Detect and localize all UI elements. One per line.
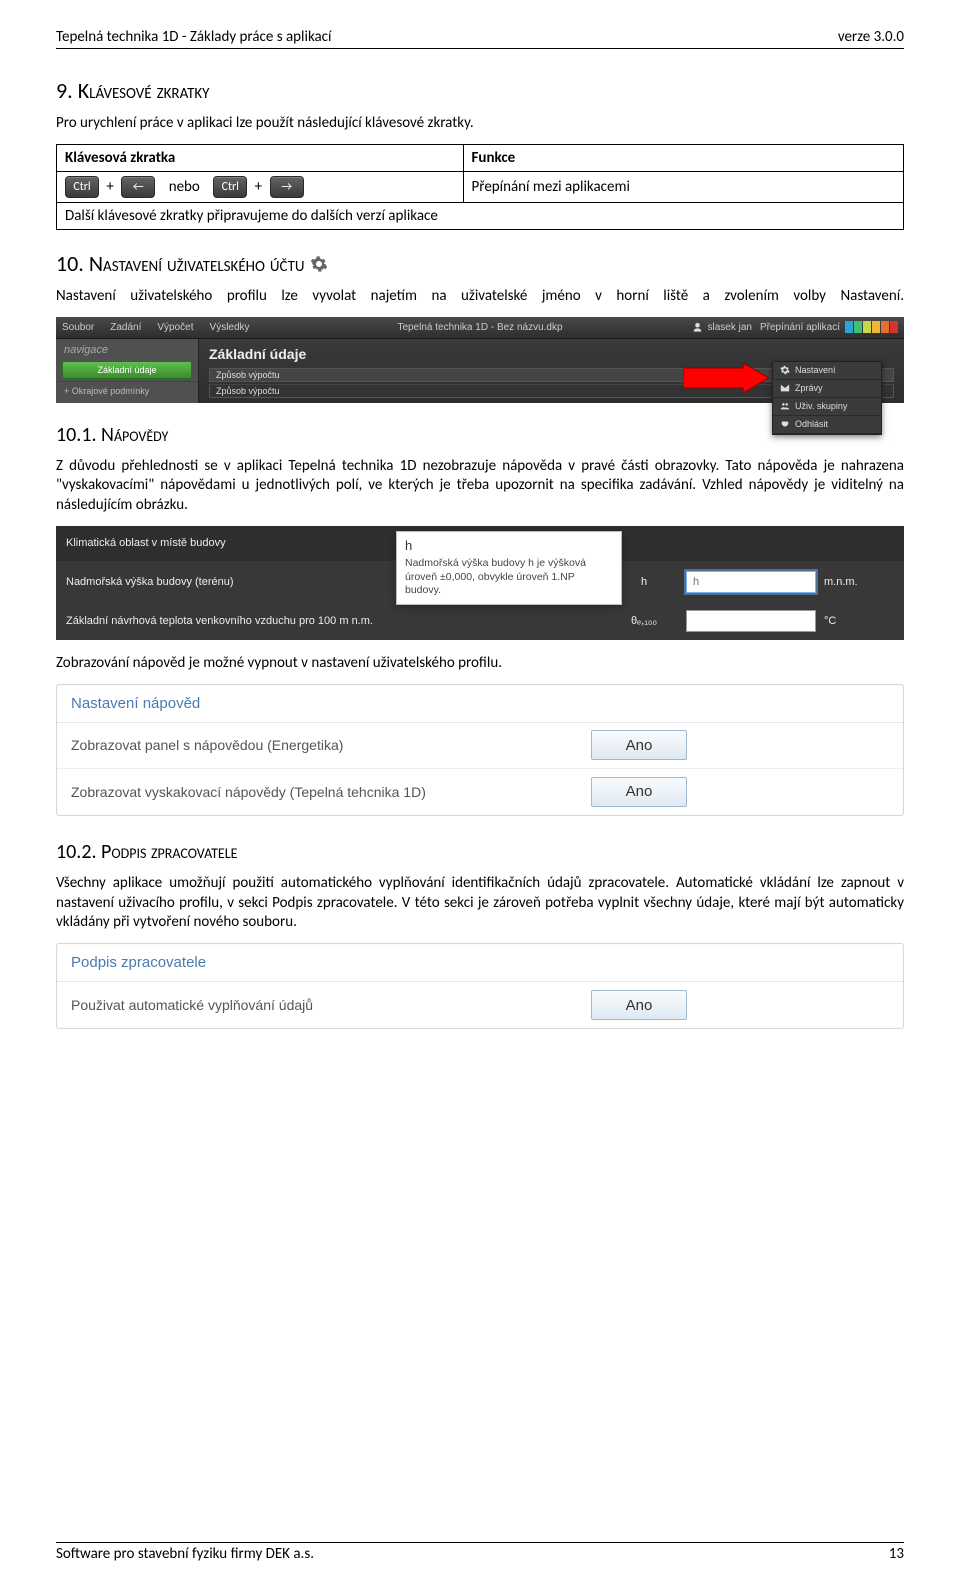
input-theta[interactable]: [686, 610, 816, 632]
input-h[interactable]: [686, 571, 816, 593]
dropdown-skupiny[interactable]: Uživ. skupiny: [773, 398, 881, 416]
users-icon: [780, 401, 790, 411]
panel-podpis: Podpis zpracovatele Použivat automatické…: [56, 943, 904, 1029]
footer-left: Software pro stavební fyziku firmy DEK a…: [56, 1545, 314, 1563]
setting-autofill-label: Použivat automatické vyplňování údajů: [71, 997, 591, 1013]
key-right: →: [270, 176, 304, 198]
col-shortcut-header: Klávesová zkratka: [57, 144, 464, 171]
unit-h: m.n.m.: [824, 576, 880, 588]
user-menu-trigger[interactable]: slasek jan: [692, 322, 751, 333]
after-shot2-text: Zobrazování nápověd je možné vypnout v n…: [56, 654, 904, 674]
panel-napoved-head: Nastavení nápověd: [57, 685, 903, 723]
sidebar: navigace Základní údaje + Okrajové podmí…: [56, 339, 199, 403]
panel-napoved: Nastavení nápověd Zobrazovat panel s náp…: [56, 684, 904, 816]
menu-zadani[interactable]: Zadání: [110, 322, 141, 333]
red-arrow-callout: [683, 363, 769, 396]
shortcuts-table: Klávesová zkratka Funkce Ctrl + ← nebo C…: [56, 144, 904, 230]
section-102-heading: 10.2. Podpis zpracovatele: [56, 840, 904, 864]
menu-vysledky[interactable]: Výsledky: [210, 322, 250, 333]
menu-vypocet[interactable]: Výpočet: [157, 322, 193, 333]
section-9-heading: 9. Klávesové zkratky: [56, 77, 904, 104]
screenshot-tooltip: Klimatická oblast v místě budovy Nadmořs…: [56, 526, 904, 640]
app-switcher[interactable]: Přepínání aplikací: [760, 321, 898, 333]
toggle-autofill[interactable]: Ano: [591, 990, 687, 1020]
tooltip-head: h: [405, 538, 613, 553]
screenshot-app-header: Tepelná technika 1D - Bez názvu.dkp Soub…: [56, 317, 904, 403]
dropdown-odhlasit[interactable]: Odhlásit: [773, 416, 881, 434]
key-ctrl: Ctrl: [65, 176, 99, 198]
section-10-heading: 10. Nastavení uživatelského účtu: [56, 250, 904, 277]
power-icon: [780, 419, 790, 429]
sidebar-btn-zakladni[interactable]: Základní údaje: [62, 361, 192, 379]
section-101-p1: Z důvodu přehlednosti se v aplikaci Tepe…: [56, 457, 904, 516]
toggle-energetika[interactable]: Ano: [591, 730, 687, 760]
sidebar-label: navigace: [56, 339, 198, 359]
section-9-intro: Pro urychlení práce v aplikaci lze použí…: [56, 114, 904, 134]
page-header-left: Tepelná technika 1D - Základy práce s ap…: [56, 28, 331, 46]
unit-theta: °C: [824, 615, 880, 627]
footer-page-num: 13: [889, 1545, 904, 1563]
tooltip-body: Nadmořská výška budovy h je výšková úrov…: [405, 557, 613, 598]
field-label-nadmorska: Nadmořská výška budovy (terénu): [56, 576, 396, 588]
section-10-intro: Nastavení uživatelského profilu lze vyvo…: [56, 287, 904, 307]
gear-icon: [780, 365, 790, 375]
tooltip-popup: h Nadmořská výška budovy h je výšková úr…: [396, 531, 622, 605]
shortcuts-note: Další klávesové zkratky připravujeme do …: [57, 202, 904, 229]
setting-tepelna-label: Zobrazovat vyskakovací nápovědy (Tepelná…: [71, 784, 591, 800]
symbol-theta: θₑ,₁₀₀: [610, 615, 678, 627]
field-label-teplota: Základní návrhová teplota venkovního vzd…: [56, 615, 396, 627]
dropdown-zpravy[interactable]: Zprávy: [773, 380, 881, 398]
key-ctrl-2: Ctrl: [213, 176, 247, 198]
mail-icon: [780, 383, 790, 393]
page-header-right: verze 3.0.0: [838, 28, 904, 46]
col-function-header: Funkce: [463, 144, 903, 171]
app-swatches: [845, 321, 898, 333]
toggle-tepelna[interactable]: Ano: [591, 777, 687, 807]
user-icon: [692, 322, 703, 333]
key-left: ←: [121, 176, 155, 198]
sidebar-item-okrajove[interactable]: + Okrajové podmínky: [56, 381, 198, 400]
field-label-klimaticka: Klimatická oblast v místě budovy: [56, 537, 396, 549]
or-text: nebo: [159, 178, 210, 196]
function-cell: Přepínání mezi aplikacemi: [463, 171, 903, 202]
setting-energetika-label: Zobrazovat panel s nápovědou (Energetika…: [71, 737, 591, 753]
section-102-p1: Všechny aplikace umožňují použití automa…: [56, 874, 904, 933]
user-dropdown: Nastavení Zprávy Uživ. skupiny Odhlásit: [772, 361, 882, 435]
menu-soubor[interactable]: Soubor: [62, 322, 94, 333]
panel-podpis-head: Podpis zpracovatele: [57, 944, 903, 982]
gear-icon: [310, 250, 328, 277]
shortcut-cell: Ctrl + ← nebo Ctrl + →: [57, 171, 464, 202]
dropdown-nastaveni[interactable]: Nastavení: [773, 362, 881, 380]
